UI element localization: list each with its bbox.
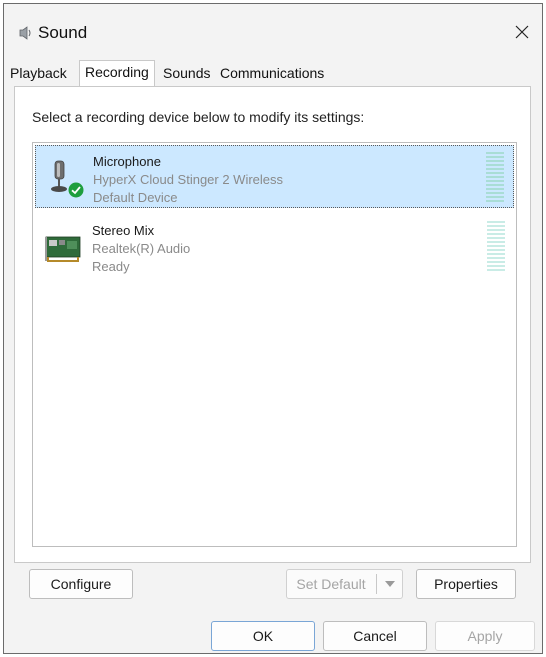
- properties-button[interactable]: Properties: [416, 569, 516, 599]
- cancel-button[interactable]: Cancel: [323, 621, 427, 651]
- set-default-button[interactable]: Set Default: [287, 570, 375, 598]
- device-status: Default Device: [93, 190, 178, 205]
- close-icon: [515, 25, 529, 39]
- device-list[interactable]: Microphone HyperX Cloud Stinger 2 Wirele…: [32, 142, 517, 547]
- cancel-label: Cancel: [353, 628, 397, 644]
- tab-strip: Playback Recording Sounds Communications: [4, 60, 542, 86]
- tab-communications[interactable]: Communications: [218, 63, 326, 83]
- title-bar[interactable]: Sound: [4, 4, 542, 58]
- device-item-stereo-mix[interactable]: Stereo Mix Realtek(R) Audio Ready: [35, 215, 514, 278]
- set-default-split-button[interactable]: Set Default: [286, 569, 403, 599]
- configure-button[interactable]: Configure: [29, 569, 133, 599]
- recording-panel: Select a recording device below to modif…: [14, 86, 531, 563]
- apply-button[interactable]: Apply: [435, 621, 535, 651]
- device-name: Microphone: [93, 154, 161, 169]
- level-meter: [486, 152, 504, 203]
- configure-label: Configure: [50, 576, 112, 592]
- set-default-dropdown[interactable]: [379, 570, 401, 598]
- apply-label: Apply: [467, 628, 503, 644]
- instruction-text: Select a recording device below to modif…: [32, 109, 365, 125]
- device-status: Ready: [92, 259, 130, 274]
- chevron-down-icon: [385, 581, 395, 587]
- set-default-label: Set Default: [296, 576, 366, 592]
- level-meter: [487, 221, 505, 272]
- tab-sounds[interactable]: Sounds: [161, 63, 212, 83]
- tab-playback[interactable]: Playback: [8, 63, 69, 83]
- sound-dialog: Sound Playback Recording Sounds Communic…: [3, 3, 543, 654]
- device-name: Stereo Mix: [92, 223, 155, 238]
- default-check-icon: [68, 182, 84, 198]
- sound-card-icon: [45, 236, 81, 262]
- speaker-icon: [19, 26, 31, 40]
- device-description: Realtek(R) Audio: [92, 241, 191, 256]
- properties-label: Properties: [434, 576, 498, 592]
- tab-recording[interactable]: Recording: [79, 60, 155, 86]
- close-button[interactable]: [508, 16, 536, 48]
- split-divider: [376, 574, 377, 594]
- window-title: Sound: [38, 23, 88, 42]
- device-description: HyperX Cloud Stinger 2 Wireless: [93, 172, 284, 187]
- ok-button[interactable]: OK: [211, 621, 315, 651]
- device-item-microphone[interactable]: Microphone HyperX Cloud Stinger 2 Wirele…: [35, 145, 514, 208]
- ok-label: OK: [252, 628, 274, 644]
